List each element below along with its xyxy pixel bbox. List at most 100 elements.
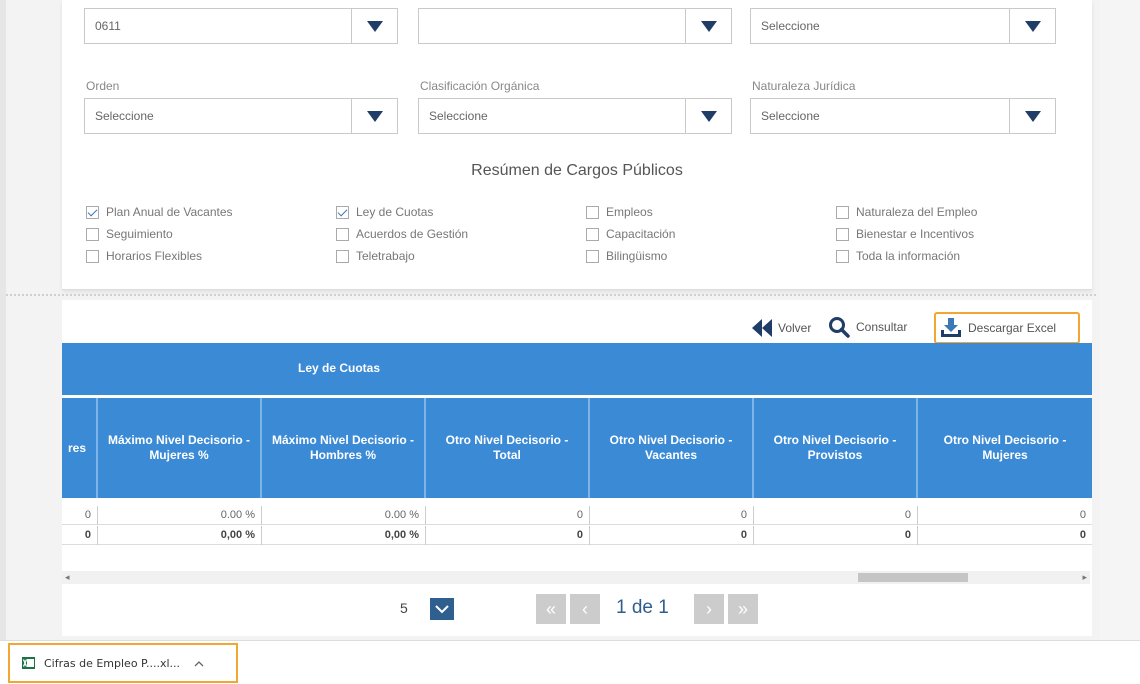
chevron-down-icon[interactable] <box>685 9 731 43</box>
column-header[interactable]: Otro Nivel Decisorio - Vacantes <box>590 398 754 498</box>
double-chevron-left-icon: « <box>545 598 556 619</box>
table-cell: 0 <box>426 526 590 545</box>
page-size-control: 5 <box>388 594 468 624</box>
table-cell: 0 <box>426 506 590 525</box>
next-page-button[interactable]: › <box>694 594 724 624</box>
orden-select-value: Seleccione <box>95 109 154 123</box>
clasificacion-select-value: Seleccione <box>429 109 488 123</box>
checkbox-bilinguismo[interactable]: Bilingüismo <box>586 247 667 265</box>
checkbox-label: Capacitación <box>606 227 676 241</box>
naturaleza-select[interactable]: Seleccione <box>750 98 1056 134</box>
checkbox-box[interactable] <box>836 227 849 241</box>
checkbox-box[interactable] <box>586 205 599 219</box>
checkbox-horarios[interactable]: Horarios Flexibles <box>86 247 202 265</box>
checkbox-box[interactable] <box>836 205 849 219</box>
table-cell: 0 <box>754 506 918 525</box>
chevron-right-icon: › <box>706 598 712 619</box>
checkbox-acuerdos[interactable]: Acuerdos de Gestión <box>336 225 468 243</box>
column-header[interactable]: Otro Nivel Decisorio - Mujeres <box>918 398 1092 498</box>
chevron-down-icon[interactable] <box>351 99 397 133</box>
checkbox-label: Seguimiento <box>106 227 173 241</box>
clasificacion-select[interactable]: Seleccione <box>418 98 732 134</box>
checkbox-box[interactable] <box>86 227 99 241</box>
download-icon <box>941 318 961 337</box>
scrollbar-thumb[interactable] <box>858 573 968 582</box>
chevron-down-icon[interactable] <box>351 9 397 43</box>
checkbox-box[interactable] <box>586 227 599 241</box>
checkbox-label: Naturaleza del Empleo <box>856 205 978 219</box>
page-size-value: 5 <box>400 600 408 616</box>
query-button[interactable]: Consultar <box>828 314 907 340</box>
checkbox-empleos[interactable]: Empleos <box>586 203 653 221</box>
table-cell: 0 <box>754 526 918 545</box>
column-header[interactable]: Máximo Nivel Decisorio - Mujeres % <box>98 398 262 498</box>
table-cell: 0 <box>1079 529 1086 541</box>
checkbox-box[interactable] <box>86 205 99 219</box>
checkbox-toda-informacion[interactable]: Toda la información <box>836 247 960 265</box>
chevron-down-icon[interactable] <box>685 99 731 133</box>
checkbox-box[interactable] <box>336 249 349 263</box>
download-excel-button[interactable]: Descargar Excel <box>934 312 1080 344</box>
naturaleza-label: Naturaleza Jurídica <box>752 79 856 93</box>
clasificacion-label: Clasificación Orgánica <box>420 79 540 93</box>
checkbox-label: Empleos <box>606 205 653 219</box>
prev-page-button[interactable]: ‹ <box>570 594 600 624</box>
checkbox-label: Horarios Flexibles <box>106 249 203 263</box>
chevron-down-icon <box>435 604 449 613</box>
chevron-down-icon[interactable] <box>1009 99 1055 133</box>
section-divider <box>6 294 1096 297</box>
checkbox-teletrabajo[interactable]: Teletrabajo <box>336 247 415 265</box>
checkbox-box[interactable] <box>336 227 349 241</box>
checkbox-capacitacion[interactable]: Capacitación <box>586 225 675 243</box>
filter-select-1[interactable]: 0611 <box>84 8 398 44</box>
checkbox-label: Bienestar e Incentivos <box>856 227 975 241</box>
horizontal-scrollbar[interactable]: ◂ ▸ <box>62 571 1090 584</box>
table-row-total: 0 0,00 % 0,00 % 0 0 0 0 <box>62 526 1092 545</box>
checkbox-box[interactable] <box>586 249 599 263</box>
download-label: Descargar Excel <box>968 321 1057 335</box>
scroll-right-icon[interactable]: ▸ <box>1082 571 1087 584</box>
chevron-up-icon[interactable] <box>194 660 204 667</box>
page-size-dropdown[interactable] <box>430 598 454 620</box>
right-edge <box>1100 0 1140 640</box>
download-bar: Cifras de Empleo P....xl... <box>0 640 1140 684</box>
checkbox-label: Bilingüismo <box>606 249 668 263</box>
table-cell: 0.00 % <box>262 506 426 525</box>
checkbox-label: Ley de Cuotas <box>356 205 434 219</box>
chevron-down-icon[interactable] <box>1009 9 1055 43</box>
query-label: Consultar <box>856 320 908 334</box>
checkbox-plan-anual[interactable]: Plan Anual de Vacantes <box>86 203 233 221</box>
checkbox-ley-cuotas[interactable]: Ley de Cuotas <box>336 203 433 221</box>
orden-label: Orden <box>86 79 120 93</box>
table-cell: 0 <box>62 526 98 545</box>
column-header[interactable]: Máximo Nivel Decisorio - Hombres % <box>262 398 426 498</box>
rewind-icon <box>752 319 772 337</box>
column-header[interactable]: res <box>62 398 98 498</box>
filter-select-3[interactable]: Seleccione <box>750 8 1056 44</box>
checkbox-seguimiento[interactable]: Seguimiento <box>86 225 173 243</box>
back-button[interactable]: Volver <box>752 316 811 340</box>
first-page-button[interactable]: « <box>536 594 566 624</box>
checkbox-box[interactable] <box>836 249 849 263</box>
checkbox-bienestar[interactable]: Bienestar e Incentivos <box>836 225 974 243</box>
double-chevron-right-icon: » <box>737 598 748 619</box>
column-header[interactable]: Otro Nivel Decisorio - Total <box>426 398 590 498</box>
checkbox-box[interactable] <box>86 249 99 263</box>
scroll-left-icon[interactable]: ◂ <box>65 571 70 584</box>
downloaded-file-name: Cifras de Empleo P....xl... <box>44 656 181 670</box>
checkbox-box[interactable] <box>336 205 349 219</box>
filter-select-1-value: 0611 <box>95 19 121 33</box>
checkbox-naturaleza-empleo[interactable]: Naturaleza del Empleo <box>836 203 977 221</box>
downloaded-file-item[interactable]: Cifras de Empleo P....xl... <box>8 643 238 683</box>
filter-select-2[interactable] <box>418 8 732 44</box>
left-edge <box>0 0 6 640</box>
table-row: 0 0.00 % 0.00 % 0 0 0 0 <box>62 506 1092 525</box>
orden-select[interactable]: Seleccione <box>84 98 398 134</box>
checkbox-label: Plan Anual de Vacantes <box>106 205 233 219</box>
table-cell: 0 <box>590 526 754 545</box>
last-page-button[interactable]: » <box>728 594 758 624</box>
checkbox-label: Acuerdos de Gestión <box>356 227 469 241</box>
chevron-left-icon: ‹ <box>582 598 588 619</box>
column-header[interactable]: Otro Nivel Decisorio - Provistos <box>754 398 918 498</box>
page-info: 1 de 1 <box>608 594 690 624</box>
